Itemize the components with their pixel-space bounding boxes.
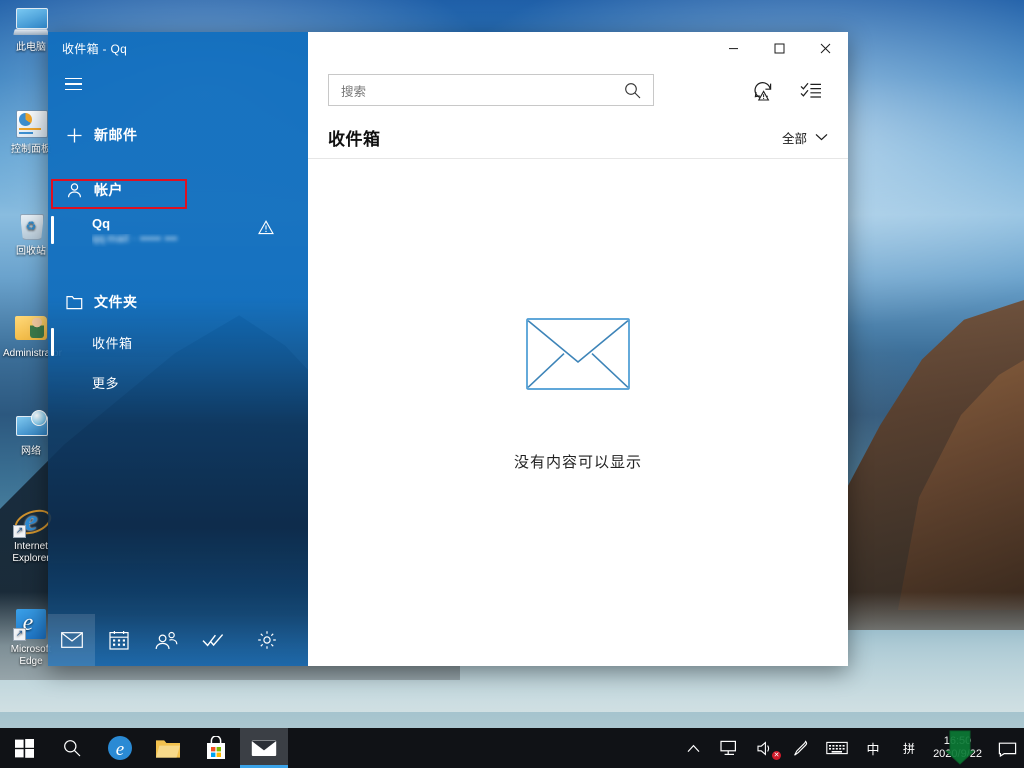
content-toolbar	[748, 75, 830, 105]
taskbar-clock[interactable]: 16:50 2020/9/22	[927, 728, 990, 768]
tray-ime-pinyin-label: 拼	[903, 740, 915, 757]
bottom-nav-calendar[interactable]	[95, 614, 142, 666]
bottom-nav-tasks[interactable]	[189, 614, 236, 666]
account-address-redacted: qq mail · ••••• •••	[92, 234, 242, 247]
user-folder-icon	[13, 312, 49, 346]
mail-content-pane: 搜索	[308, 32, 848, 666]
action-center-icon[interactable]	[990, 728, 1024, 768]
hamburger-icon[interactable]	[50, 64, 96, 104]
taskbar-mail-button[interactable]	[240, 728, 288, 768]
folder-selection-indicator	[51, 328, 54, 356]
page-title: 收件箱	[328, 125, 381, 150]
svg-text:e: e	[116, 739, 124, 760]
search-bar: 搜索	[308, 64, 848, 116]
sidebar-spacer	[48, 402, 308, 614]
tray-pen[interactable]	[783, 728, 819, 768]
minimize-button[interactable]	[710, 32, 756, 64]
sync-warning-icon[interactable]	[748, 75, 778, 105]
window-controls	[308, 32, 848, 64]
internet-explorer-icon: e ↗	[13, 505, 49, 539]
warning-triangle-icon[interactable]	[258, 220, 274, 235]
account-selection-indicator	[51, 216, 54, 244]
folders-button[interactable]: 文件夹	[48, 282, 308, 322]
maximize-button[interactable]	[756, 32, 802, 64]
window-title-text: 收件箱 - Qq	[62, 40, 127, 57]
tray-ime-mode-label: 中	[867, 739, 880, 758]
envelope-outline-icon	[526, 318, 630, 395]
folder-item-label: 更多	[92, 373, 119, 392]
filter-dropdown[interactable]: 全部	[782, 128, 828, 147]
folders-label: 文件夹	[94, 292, 138, 312]
taskbar-store-button[interactable]	[192, 728, 240, 768]
volume-muted-badge: ✕	[772, 751, 781, 760]
mail-window: 收件箱 - Qq 新邮件 帐户	[48, 32, 848, 666]
tray-volume[interactable]: ✕	[747, 728, 783, 768]
taskbar-start-button[interactable]	[0, 728, 48, 768]
new-mail-button[interactable]: 新邮件	[48, 114, 308, 156]
message-list-header: 收件箱 全部	[308, 116, 848, 159]
search-input[interactable]: 搜索	[328, 74, 654, 106]
search-placeholder: 搜索	[341, 81, 617, 100]
empty-state: 没有内容可以显示	[308, 159, 848, 666]
this-pc-icon	[13, 6, 49, 40]
taskbar: e	[0, 728, 1024, 768]
clock-time: 16:50	[944, 735, 972, 748]
mail-sidebar: 收件箱 - Qq 新邮件 帐户	[48, 32, 308, 666]
accounts-label: 帐户	[94, 180, 123, 200]
close-button[interactable]	[802, 32, 848, 64]
recycle-bin-icon: ♻	[13, 210, 49, 244]
taskbar-edge-button[interactable]: e	[96, 728, 144, 768]
bottom-nav-people[interactable]	[142, 614, 189, 666]
window-title: 收件箱 - Qq	[48, 32, 308, 64]
account-address-text: qq mail · ••••• •••	[92, 234, 177, 245]
tray-ime-pinyin[interactable]: 拼	[891, 728, 927, 768]
control-panel-icon	[13, 108, 49, 142]
filter-label: 全部	[782, 128, 807, 147]
folder-item-more[interactable]: 更多	[48, 362, 308, 402]
microsoft-edge-icon: e ↗	[13, 608, 49, 642]
plus-icon	[66, 127, 94, 144]
tray-touch-keyboard[interactable]	[819, 728, 855, 768]
shortcut-arrow-icon: ↗	[13, 525, 26, 538]
folder-icon	[66, 295, 94, 310]
bottom-nav-mail[interactable]	[48, 614, 95, 666]
sidebar-bottom-nav	[48, 614, 308, 666]
bottom-nav-settings[interactable]	[243, 614, 290, 666]
chevron-down-icon	[815, 130, 828, 144]
empty-state-message: 没有内容可以显示	[514, 451, 642, 472]
new-mail-label: 新邮件	[94, 125, 138, 145]
tray-network[interactable]	[711, 728, 747, 768]
search-icon[interactable]	[617, 75, 647, 105]
account-item-qq[interactable]: Qq qq mail · ••••• •••	[48, 210, 308, 270]
taskbar-file-explorer-button[interactable]	[144, 728, 192, 768]
tray-show-hidden-icons[interactable]	[675, 728, 711, 768]
folder-item-inbox[interactable]: 收件箱	[48, 322, 308, 362]
folder-item-label: 收件箱	[92, 333, 133, 352]
screen: 此电脑 控制面板 ♻ 回收站 Administrator 网络 e ↗ Inte…	[0, 0, 1024, 768]
select-mode-icon[interactable]	[796, 75, 826, 105]
person-icon	[66, 182, 94, 199]
tray-ime-mode[interactable]: 中	[855, 728, 891, 768]
network-icon	[13, 410, 49, 444]
system-tray: ✕ 中 拼	[675, 728, 1024, 768]
shortcut-arrow-icon: ↗	[13, 628, 26, 641]
clock-date: 2020/9/22	[933, 748, 982, 761]
taskbar-search-button[interactable]	[48, 728, 96, 768]
accounts-button[interactable]: 帐户	[48, 170, 308, 210]
